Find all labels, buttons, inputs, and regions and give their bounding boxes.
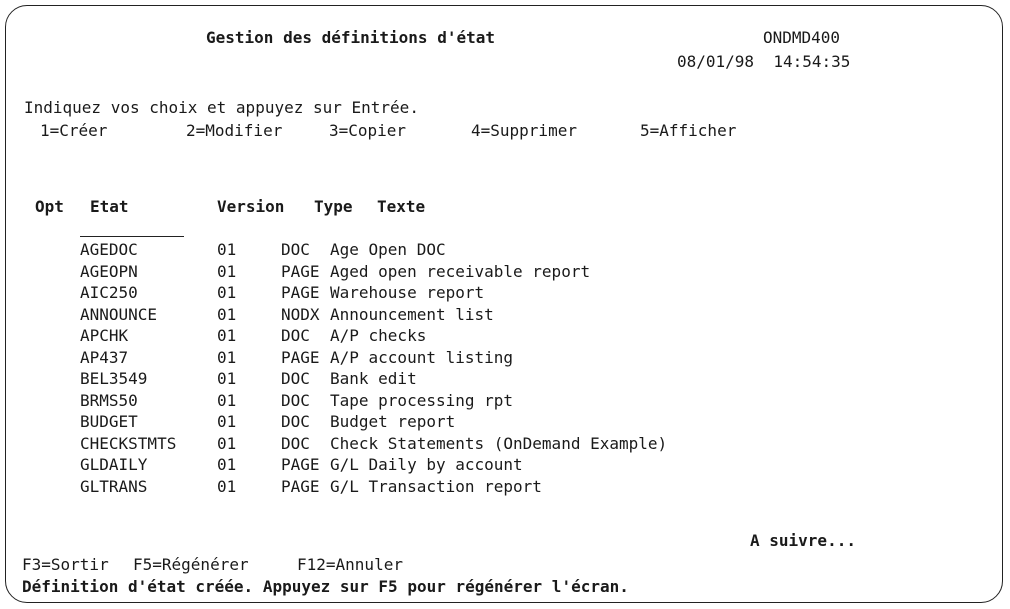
report-type: PAGE <box>281 476 320 496</box>
option-modify: 2=Modifier <box>186 121 283 140</box>
option-display: 5=Afficher <box>640 121 737 140</box>
list-item[interactable]: BEL3549 01 DOC Bank edit <box>0 369 1000 388</box>
list-item[interactable]: AIC250 01 PAGE Warehouse report <box>0 283 1000 302</box>
report-text: Tape processing rpt <box>330 390 514 410</box>
report-version: 01 <box>217 390 237 410</box>
option-delete: 4=Supprimer <box>471 121 577 140</box>
report-name: AGEOPN <box>80 261 138 281</box>
list-item[interactable]: CHECKSTMTS 01 DOC Check Statements (OnDeman… <box>0 434 1000 453</box>
report-text: G/L Daily by account <box>330 455 523 474</box>
report-type: DOC <box>281 390 310 410</box>
list-item[interactable]: BRMS50 01 DOC Tape processing rpt <box>0 391 1000 410</box>
report-name: GLDAILY <box>80 455 148 474</box>
list-item[interactable]: AP437 01 PAGE A/P account listing <box>0 348 1000 367</box>
report-text: A/P checks <box>330 326 427 345</box>
report-type: DOC <box>281 240 310 259</box>
report-name: AP437 <box>80 347 129 367</box>
report-text: Announcement list <box>330 304 494 324</box>
report-text: Warehouse report <box>330 283 485 302</box>
list-item[interactable]: GLTRANS 01 PAGE G/L Transaction report <box>0 477 1000 496</box>
report-version: 01 <box>217 326 237 345</box>
report-version: 01 <box>217 369 237 388</box>
column-header-version: Version <box>217 197 285 216</box>
more-indicator: A suivre... <box>750 531 856 550</box>
list-item[interactable]: ANNOUNCE 01 NODX Announcement list <box>0 305 1000 324</box>
status-message: Définition d'état créée. Appuyez sur F5 … <box>22 577 629 596</box>
report-name: ANNOUNCE <box>80 304 158 324</box>
report-type: PAGE <box>281 283 320 302</box>
f3-exit-key[interactable]: F3=Sortir <box>22 555 109 574</box>
report-name: BEL3549 <box>80 369 148 388</box>
report-type: DOC <box>281 326 310 345</box>
report-version: 01 <box>217 283 237 302</box>
report-version: 01 <box>217 433 237 453</box>
report-type: PAGE <box>281 455 320 474</box>
report-type: PAGE <box>281 347 320 367</box>
report-version: 01 <box>217 261 237 281</box>
report-name: BUDGET <box>80 412 138 431</box>
date: 08/01/98 <box>677 52 755 71</box>
report-name: AIC250 <box>80 283 138 302</box>
list-item[interactable]: AGEDOC 01 DOC Age Open DOC <box>0 240 1000 259</box>
column-header-name: Etat <box>90 197 129 216</box>
report-text: Aged open receivable report <box>330 261 591 281</box>
list-item[interactable]: APCHK 01 DOC A/P checks <box>0 326 1000 345</box>
f5-refresh-key[interactable]: F5=Régénérer <box>133 555 249 574</box>
column-header-text: Texte <box>377 197 426 216</box>
report-version: 01 <box>217 455 237 474</box>
report-version: 01 <box>217 240 237 259</box>
report-type: PAGE <box>281 261 320 281</box>
time: 14:54:35 <box>773 52 851 71</box>
option-copy: 3=Copier <box>329 121 407 140</box>
column-header-type: Type <box>314 197 353 216</box>
report-text: Bank edit <box>330 369 417 388</box>
report-version: 01 <box>217 304 237 324</box>
option-create: 1=Créer <box>40 121 108 140</box>
report-version: 01 <box>217 476 237 496</box>
report-text: Budget report <box>330 412 456 431</box>
report-type: DOC <box>281 369 310 388</box>
report-text: Check Statements (OnDemand Example) <box>330 433 668 453</box>
report-type: DOC <box>281 433 310 453</box>
report-version: 01 <box>217 347 237 367</box>
system-name: ONDMD400 <box>763 28 841 47</box>
screen-title: Gestion des définitions d'état <box>206 28 495 47</box>
position-to-input[interactable] <box>80 236 184 237</box>
report-name: AGEDOC <box>80 240 138 259</box>
report-name: CHECKSTMTS <box>80 433 177 453</box>
report-version: 01 <box>217 412 237 431</box>
column-header-opt: Opt <box>35 197 64 216</box>
report-type: NODX <box>281 304 320 324</box>
report-name: APCHK <box>80 326 129 345</box>
f12-cancel-key[interactable]: F12=Annuler <box>297 555 403 574</box>
report-type: DOC <box>281 412 310 431</box>
list-item[interactable]: AGEOPN 01 PAGE Aged open receivable report <box>0 262 1000 281</box>
report-text: A/P account listing <box>330 347 514 367</box>
list-item[interactable]: GLDAILY 01 PAGE G/L Daily by account <box>0 455 1000 474</box>
list-item[interactable]: BUDGET 01 DOC Budget report <box>0 412 1000 431</box>
report-text: G/L Transaction report <box>330 476 542 496</box>
report-name: BRMS50 <box>80 390 138 410</box>
report-name: GLTRANS <box>80 476 148 496</box>
report-text: Age Open DOC <box>330 240 446 259</box>
date-time: 08/01/98 14:54:35 <box>677 52 850 71</box>
instructions-text: Indiquez vos choix et appuyez sur Entrée… <box>24 98 419 117</box>
